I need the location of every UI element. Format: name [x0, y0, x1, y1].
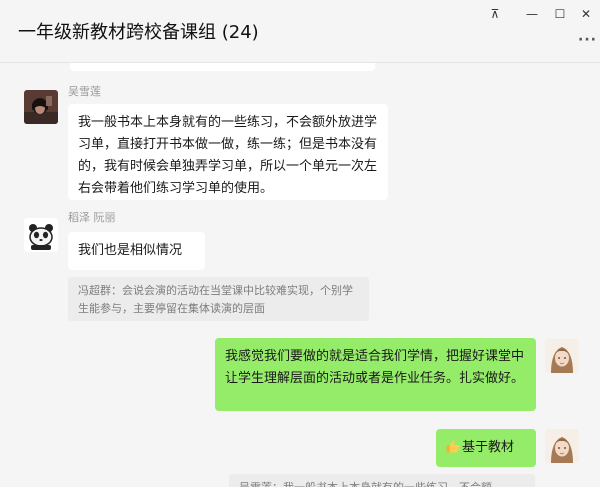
pin-icon[interactable]: ⊼	[487, 6, 503, 22]
quoted-message[interactable]: 吴雪莲：我一般书本上本身就有的一些练习，不会额	[229, 474, 535, 487]
avatar-self[interactable]	[545, 339, 579, 373]
thumbs-up-icon	[446, 439, 460, 453]
minimize-icon[interactable]: —	[524, 6, 540, 22]
message-bubble[interactable]: 我一般书本上本身就有的一些练习，不会额外放进学习单，直接打开书本做一做，练一练；…	[68, 104, 388, 200]
avatar-self-icon	[545, 429, 579, 463]
maximize-icon[interactable]: ☐	[552, 6, 568, 22]
close-icon[interactable]: ✕	[578, 6, 594, 22]
panda-avatar-icon	[24, 218, 58, 252]
more-options-icon[interactable]: ···	[578, 33, 596, 47]
chat-area[interactable]: 吴雪莲 我一般书本上本身就有的一些练习，不会额外放进学习单，直接打开书本做一做，…	[0, 63, 600, 487]
previous-message-bubble	[70, 63, 375, 71]
quoted-message[interactable]: 冯超群：会说会演的活动在当堂课中比较难实现，个别学生能参与，主要停留在集体读演的…	[68, 277, 369, 321]
title-bar: 一年级新教材跨校备课组 (24) ⊼ — ☐ ✕ ···	[0, 0, 600, 63]
avatar[interactable]	[24, 218, 58, 252]
message-bubble[interactable]: 我们也是相似情况	[68, 232, 205, 270]
message-bubble-self[interactable]: 我感觉我们要做的就是适合我们学情，把握好课堂中让学生理解层面的活动或者是作业任务…	[215, 338, 536, 411]
avatar-photo-icon	[24, 90, 58, 124]
avatar-self-icon	[545, 339, 579, 373]
chat-title: 一年级新教材跨校备课组 (24)	[18, 22, 259, 43]
sender-name: 吴雪莲	[68, 85, 101, 98]
message-bubble-self[interactable]: 基于教材	[436, 429, 536, 467]
sender-name: 稻泽 阮丽	[68, 211, 116, 224]
avatar[interactable]	[24, 90, 58, 124]
avatar-self[interactable]	[545, 429, 579, 463]
message-text: 基于教材	[462, 440, 515, 455]
